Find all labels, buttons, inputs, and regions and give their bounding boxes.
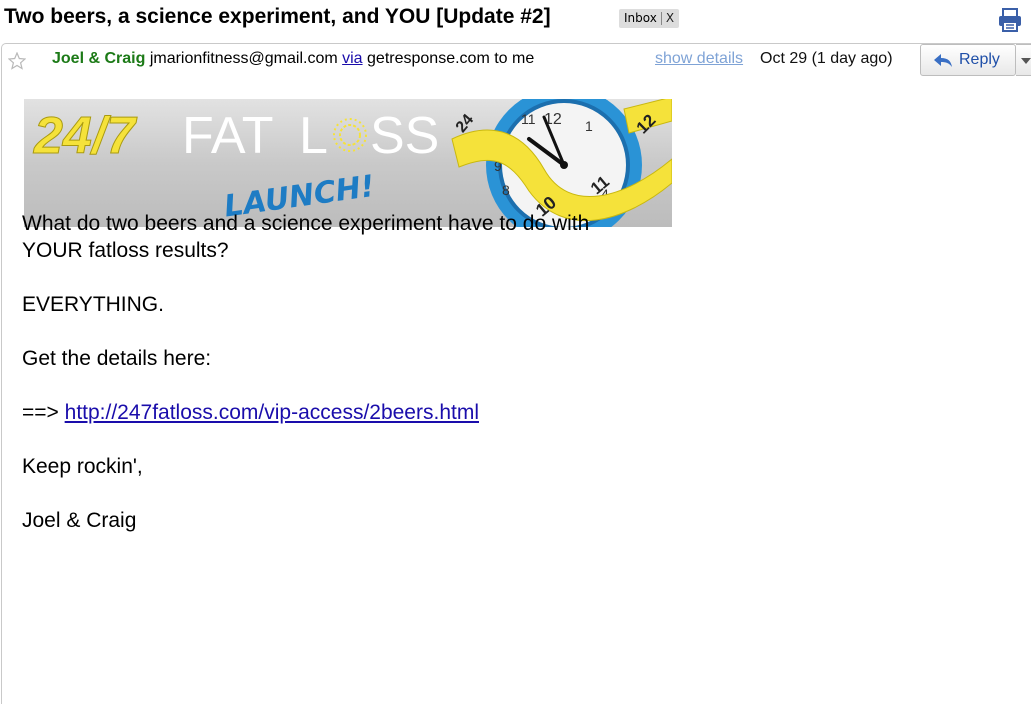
body-line: EVERYTHING. [22, 293, 164, 316]
label-divider [660, 12, 662, 25]
body-line: YOUR fatloss results? [22, 239, 229, 262]
message-header: Joel & Craig jmarionfitness@gmail.com vi… [2, 44, 1031, 76]
banner-title-fat: FAT [182, 107, 273, 165]
inbox-label-chip[interactable]: Inbox X [619, 9, 680, 28]
fatloss-banner-image: 24/7 FAT L SS LAUNCH! 12 1 11 10 9 8 5 4 [24, 99, 672, 227]
star-icon[interactable] [8, 52, 26, 70]
body-line: Keep rockin', [22, 455, 143, 478]
reply-arrow-icon [934, 54, 952, 67]
email-body: What do two beers and a science experime… [22, 210, 722, 534]
sender-email: jmarionfitness@gmail.com [149, 50, 338, 67]
inbox-label-text[interactable]: Inbox [624, 9, 657, 28]
sender-line: Joel & Craig jmarionfitness@gmail.com vi… [52, 50, 534, 68]
link-line: ==> http://247fatloss.com/vip-access/2be… [22, 399, 722, 426]
reply-label: Reply [959, 51, 1000, 68]
email-subject: Two beers, a science experiment, and YOU… [4, 5, 551, 28]
recipient-text: to me [494, 50, 535, 67]
clock-number: 8 [502, 182, 510, 198]
remove-label-button[interactable]: X [666, 9, 674, 28]
clock-number: 11 [521, 111, 536, 127]
signature: Joel & Craig [22, 509, 137, 532]
show-details-link[interactable]: show details [655, 50, 743, 68]
banner-title-l: L [299, 107, 328, 165]
printer-icon[interactable] [997, 8, 1023, 32]
subject-bar: Two beers, a science experiment, and YOU… [0, 0, 1031, 40]
via-link[interactable]: via [342, 50, 362, 67]
body-line: Get the details here: [22, 347, 212, 370]
arrow-text: ==> [22, 401, 59, 424]
more-actions-button[interactable] [1016, 44, 1031, 76]
sender-name[interactable]: Joel & Craig [52, 50, 145, 67]
clock-number: 1 [585, 118, 593, 134]
details-link[interactable]: http://247fatloss.com/vip-access/2beers.… [65, 401, 479, 424]
message-date: Oct 29 (1 day ago) [760, 50, 893, 67]
reply-button[interactable]: Reply [920, 44, 1016, 76]
body-line: What do two beers and a science experime… [22, 212, 590, 235]
banner-title-number: 24/7 [33, 107, 137, 165]
via-domain: getresponse.com [367, 50, 490, 67]
banner-title-ss: SS [370, 107, 439, 165]
chevron-down-icon [1021, 58, 1031, 64]
